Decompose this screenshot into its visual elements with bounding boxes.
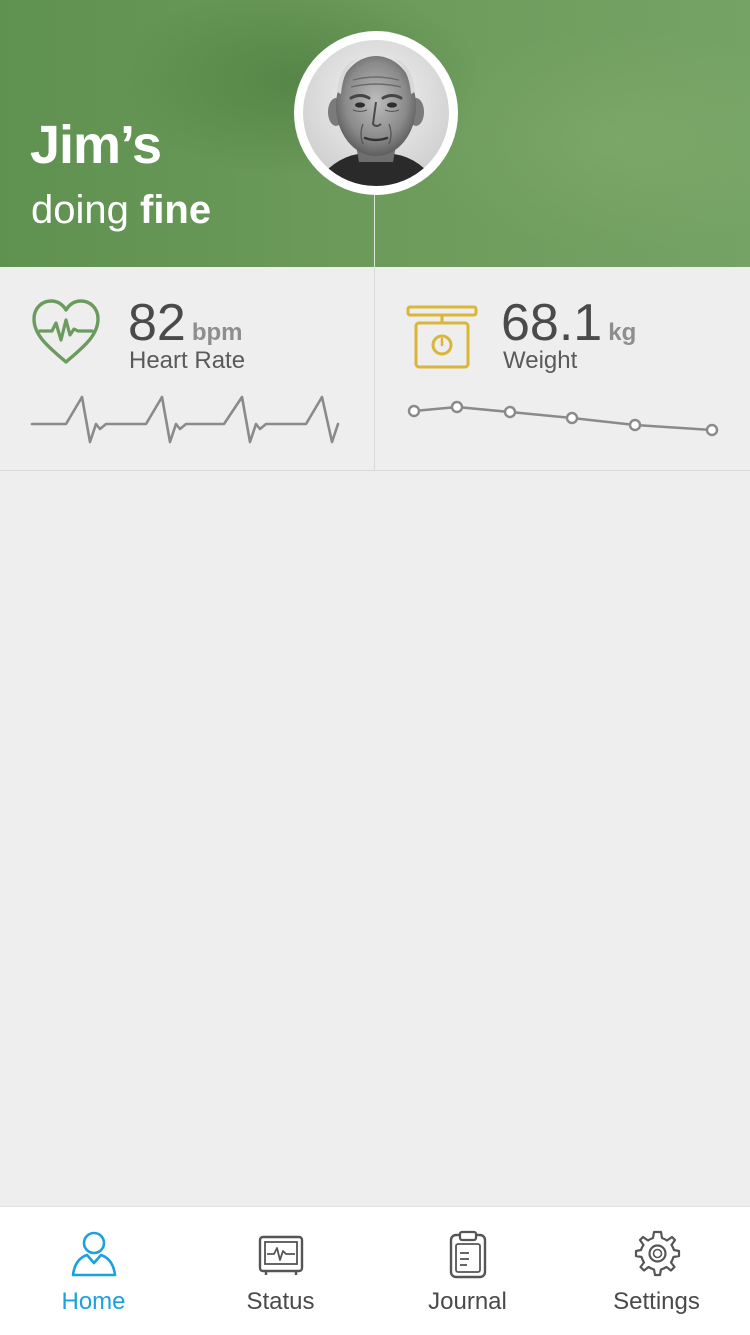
clipboard-icon (449, 1230, 486, 1279)
weight-point (407, 404, 421, 418)
heart-rate-ecg-chart (30, 395, 340, 444)
weight-label: Weight (503, 347, 578, 374)
heart-rate-card[interactable]: 82 bpm Heart Rate (0, 267, 375, 470)
tab-status[interactable]: Status (187, 1207, 374, 1335)
gear-icon (634, 1230, 680, 1277)
weight-point (628, 418, 642, 432)
heart-rate-unit: bpm (191, 319, 243, 346)
person-icon (71, 1231, 116, 1277)
monitor-icon (258, 1235, 303, 1275)
weight-value: 68.1 kg (501, 297, 636, 349)
weight-trend-chart (407, 400, 719, 437)
weight-point (450, 400, 464, 414)
status-prefix: doing (31, 188, 129, 232)
heart-rate-number: 82 (128, 294, 186, 352)
heart-pulse-icon (32, 299, 100, 364)
heart-rate-value: 82 bpm (128, 297, 243, 349)
avatar[interactable] (294, 31, 458, 195)
elderly-man-portrait (303, 40, 449, 186)
header-divider (374, 190, 375, 267)
patient-name: Jim’s (30, 115, 162, 175)
scale-icon (406, 305, 478, 369)
tab-settings[interactable]: Settings (563, 1207, 750, 1335)
weight-point (705, 423, 719, 437)
weight-number: 68.1 (501, 294, 603, 352)
status-text: doing fine (31, 190, 211, 230)
weight-point (503, 405, 517, 419)
weight-unit: kg (608, 319, 637, 346)
tab-status-label: Status (246, 1288, 315, 1315)
tab-home-label: Home (61, 1288, 126, 1315)
heart-rate-label: Heart Rate (129, 347, 246, 374)
tab-journal[interactable]: Journal (374, 1207, 561, 1335)
tab-bar: Home Status Journal Settings (0, 1206, 750, 1335)
metrics-panel: 82 bpm Heart Rate 68.1 kg Weight (0, 267, 750, 471)
tab-home[interactable]: Home (0, 1207, 187, 1335)
profile-header: Jim’s doing fine (0, 0, 750, 267)
tab-settings-label: Settings (613, 1288, 700, 1315)
status-word: fine (140, 188, 212, 232)
weight-point (565, 411, 579, 425)
tab-journal-label: Journal (428, 1288, 507, 1315)
weight-card[interactable]: 68.1 kg Weight (375, 267, 750, 470)
